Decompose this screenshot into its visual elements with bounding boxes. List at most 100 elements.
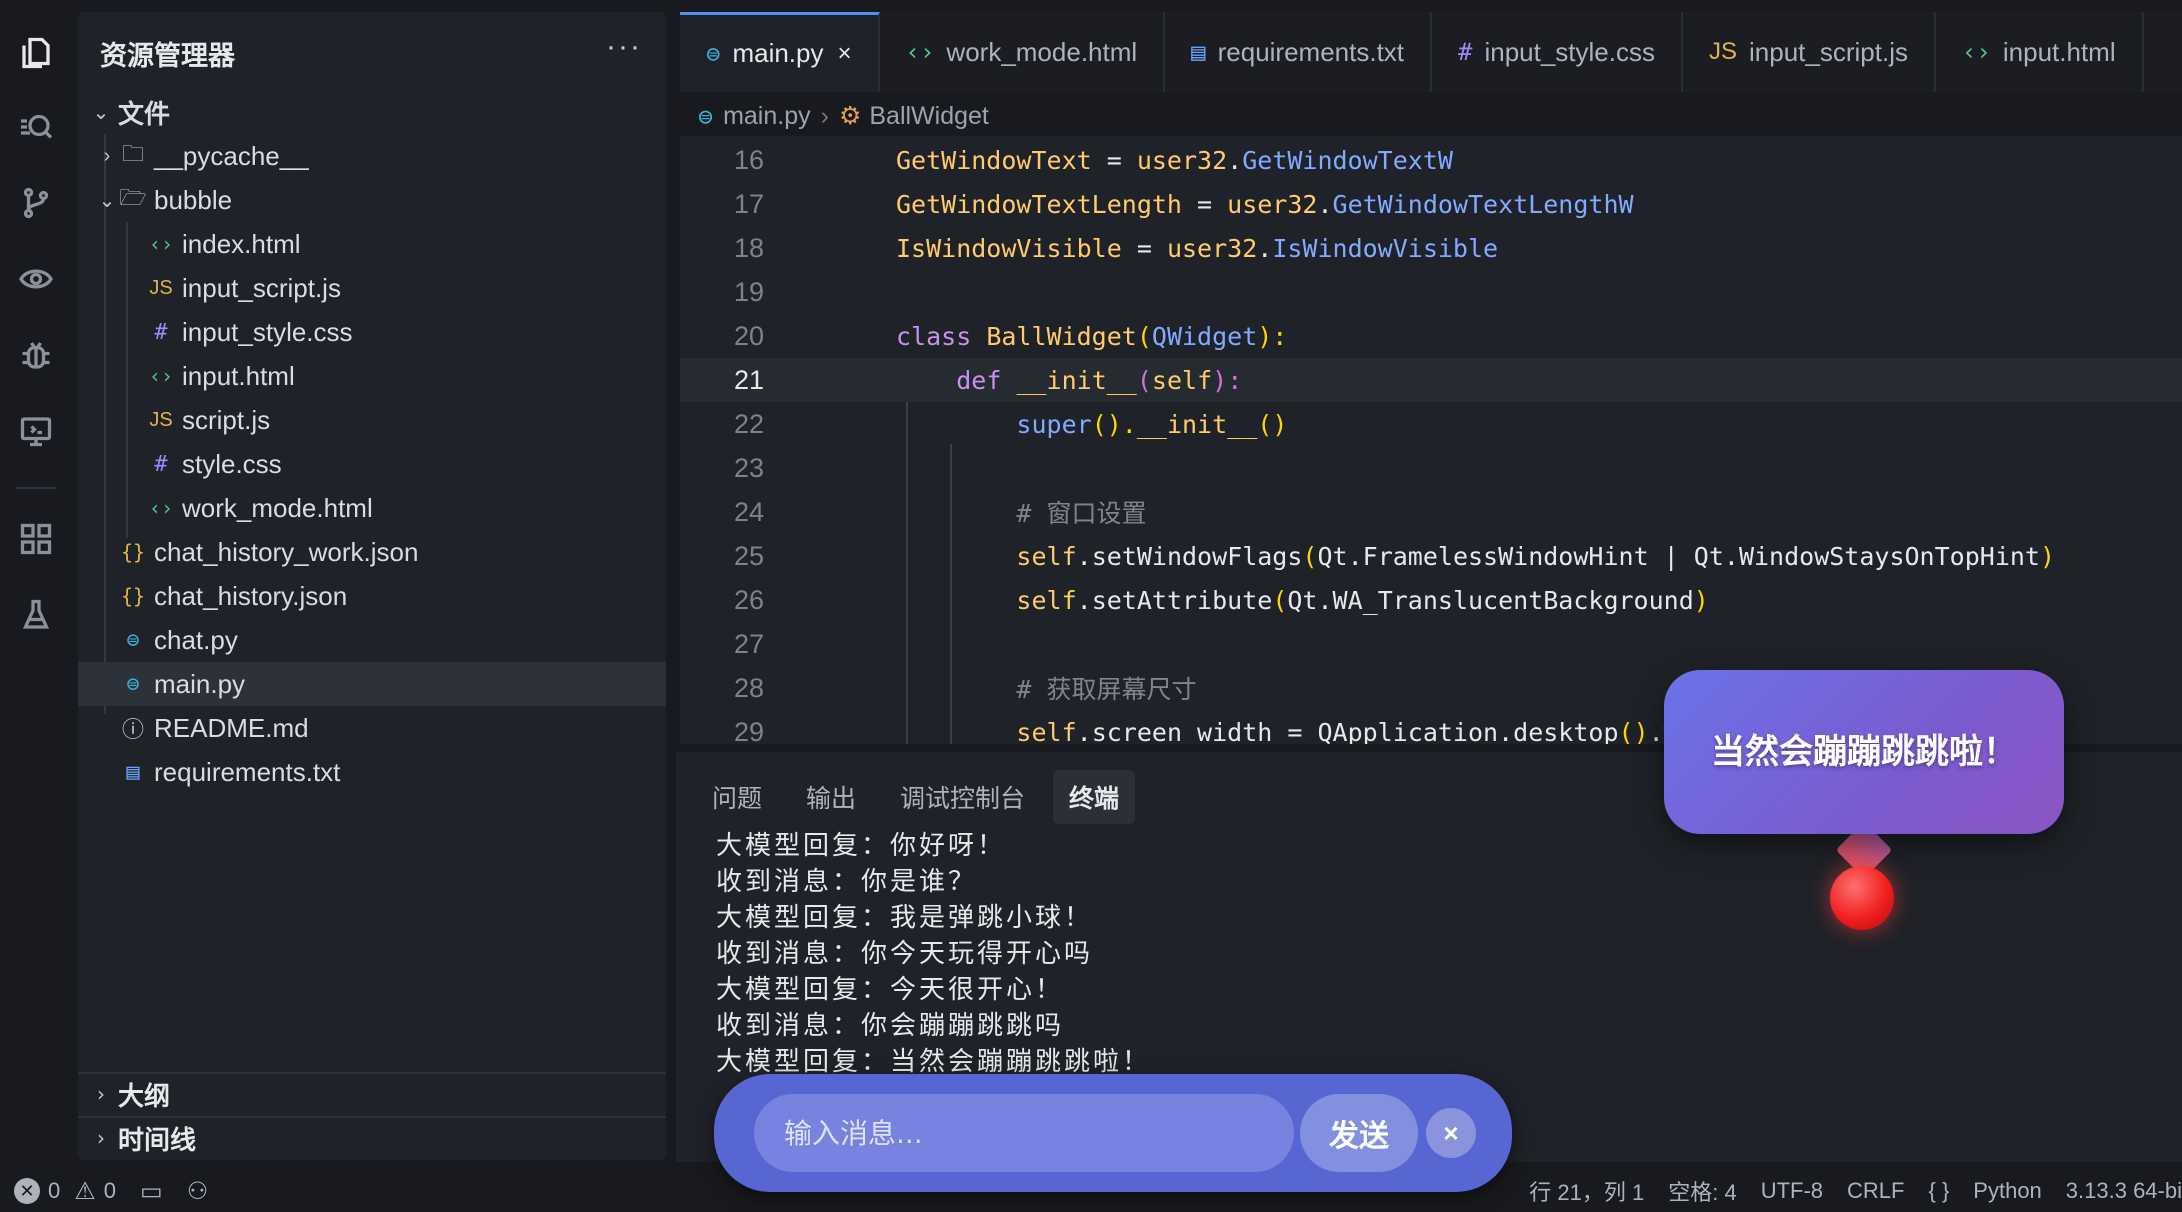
code-token: .desktop <box>1498 717 1619 745</box>
code-token: .WindowStaysOnTopHint <box>1723 541 2040 571</box>
tab-requirements-txt[interactable]: ▤ requirements.txt <box>1165 12 1433 92</box>
tree-item-input-html[interactable]: ‹› input.html <box>78 354 666 398</box>
code-token: = <box>1121 233 1167 263</box>
tree-item-readme-md[interactable]: ⓘ README.md <box>78 706 666 750</box>
code-line: 20 class BallWidget(QWidget): <box>680 314 2182 358</box>
js-file-icon: JS <box>149 276 173 299</box>
explorer-icon[interactable] <box>0 20 72 86</box>
bouncing-ball[interactable] <box>1830 866 1894 930</box>
terminal-line: 大模型回复：我是弹跳小球！ <box>716 903 1094 933</box>
debug-icon[interactable] <box>0 322 72 388</box>
timeline-section[interactable]: › 时间线 <box>78 1116 666 1158</box>
encoding-status[interactable]: UTF-8 <box>1761 1178 1823 1204</box>
tree-item-script-js[interactable]: JS script.js <box>78 398 666 442</box>
tree-item-bubble[interactable]: ⌄ 🗁 bubble <box>78 178 666 222</box>
search-icon[interactable] <box>0 94 72 160</box>
code-token: ): <box>1212 365 1243 395</box>
tab-input-script-js[interactable]: JS input_script.js <box>1683 12 1936 92</box>
tab-terminal[interactable]: 终端 <box>1053 770 1136 824</box>
folder-root-label: 文件 <box>118 99 171 130</box>
line-number: 22 <box>733 408 764 439</box>
code-token: .setAttribute <box>1076 585 1273 615</box>
source-control-icon[interactable] <box>0 170 72 236</box>
terminal-line: 大模型回复：今天很开心！ <box>716 975 1065 1005</box>
tree-item-main-py[interactable]: ⊜ main.py <box>78 662 666 706</box>
html-file-icon: ‹› <box>148 232 174 256</box>
tree-item-work-mode-html[interactable]: ‹› work_mode.html <box>78 486 666 530</box>
problems-status[interactable]: ✕ 0 ⚠ 0 <box>14 1177 116 1206</box>
more-actions-icon[interactable]: ··· <box>606 30 642 64</box>
indent-status[interactable]: 空格: 4 <box>1668 1175 1736 1207</box>
code-token: GetWindowTextW <box>1242 145 1453 175</box>
terminal-line: 收到消息：你是谁？ <box>716 867 978 897</box>
message-input[interactable] <box>754 1094 1294 1172</box>
tree-item-input-style-css[interactable]: # input_style.css <box>78 310 666 354</box>
code-token: GetWindowTextLength <box>896 189 1182 219</box>
ports-icon[interactable]: ▭ <box>140 1177 163 1206</box>
code-token: . <box>1257 233 1273 263</box>
code-token: . <box>1317 189 1333 219</box>
breadcrumb-file[interactable]: main.py <box>723 102 811 131</box>
extensions-icon[interactable] <box>0 506 72 572</box>
breadcrumb-symbol[interactable]: BallWidget <box>869 102 989 131</box>
tree-item-style-css[interactable]: # style.css <box>78 442 666 486</box>
code-token: .WA_TranslucentBackground <box>1317 585 1694 615</box>
code-token: def <box>956 365 1017 395</box>
tree-item-label: chat.py <box>154 624 238 655</box>
terminal-output[interactable]: 大模型回复：你好呀！ 收到消息：你是谁？ 大模型回复：我是弹跳小球！ 收到消息：… <box>716 828 1151 1080</box>
code-line: 24 # 窗口设置 <box>680 490 2182 534</box>
line-number: 26 <box>733 584 764 615</box>
tab-input-style-css[interactable]: # input_style.css <box>1432 12 1683 92</box>
line-number: 24 <box>733 496 764 527</box>
tab-debug-console[interactable]: 调试控制台 <box>884 770 1041 824</box>
tab-problems[interactable]: 问题 <box>696 770 778 824</box>
copilot-icon[interactable]: ⚇ <box>187 1177 209 1206</box>
tab-input-html[interactable]: ‹› input.html <box>1936 12 2144 92</box>
activity-separator <box>16 487 56 489</box>
eol-status[interactable]: CRLF <box>1847 1178 1904 1204</box>
tab-main-py[interactable]: ⊜ main.py × <box>680 12 880 92</box>
close-icon[interactable]: × <box>1426 1108 1476 1158</box>
code-line: 17 GetWindowTextLength = user32. GetWindo… <box>680 182 2182 226</box>
tab-output[interactable]: 输出 <box>790 770 872 824</box>
cursor-position[interactable]: 行 21，列 1 <box>1529 1175 1644 1207</box>
tree-item-index-html[interactable]: ‹› index.html <box>78 222 666 266</box>
close-icon[interactable]: × <box>838 40 852 68</box>
code-token: () <box>1257 409 1288 439</box>
tree-item-chat-py[interactable]: ⊜ chat.py <box>78 618 666 662</box>
terminal-line: 收到消息：你会蹦蹦跳跳吗 <box>716 1011 1065 1041</box>
tree-item-chat-history-work-json[interactable]: {} chat_history_work.json <box>78 530 666 574</box>
language-status[interactable]: Python <box>1973 1178 2042 1204</box>
code-token: QApplication <box>1317 717 1499 745</box>
testing-icon[interactable] <box>0 582 72 648</box>
folder-root[interactable]: ⌄ 文件 <box>78 90 666 134</box>
tree-item-chat-history-json[interactable]: {} chat_history.json <box>78 574 666 618</box>
tree-item-requirements-txt[interactable]: ▤ requirements.txt <box>78 750 666 794</box>
send-button[interactable]: 发送 <box>1300 1094 1418 1172</box>
code-line-current: 21 def __init__(self): <box>680 358 2182 402</box>
python-file-icon: ⊜ <box>126 627 140 653</box>
code-token: BallWidget <box>986 321 1137 351</box>
tree-item-pycache[interactable]: › 🗀 __pycache__ <box>78 134 666 178</box>
outline-section[interactable]: › 大纲 <box>78 1072 666 1114</box>
remote-icon[interactable] <box>0 398 72 464</box>
outline-label: 大纲 <box>118 1081 171 1112</box>
interpreter-status[interactable]: 3.13.3 64-bi <box>2066 1178 2182 1204</box>
line-number: 28 <box>733 672 764 703</box>
code-token: self <box>1151 365 1213 395</box>
language-braces-icon[interactable]: { } <box>1928 1178 1949 1204</box>
js-file-icon: JS <box>149 408 173 431</box>
tree-item-label: work_mode.html <box>182 492 373 523</box>
code-token: . <box>1227 145 1243 175</box>
html-file-icon: ‹› <box>905 38 935 66</box>
warning-icon: ⚠ <box>74 1177 96 1205</box>
tab-work-mode-html[interactable]: ‹› work_mode.html <box>880 12 1166 92</box>
tree-item-input-script-js[interactable]: JS input_script.js <box>78 266 666 310</box>
code-comment: # 获取屏幕尺寸 <box>1016 675 1197 704</box>
code-token: .setWindowFlags <box>1076 541 1303 571</box>
line-number: 27 <box>733 628 764 659</box>
preview-icon[interactable] <box>0 246 72 312</box>
error-icon: ✕ <box>14 1178 40 1204</box>
text-file-icon: ▤ <box>1191 38 1206 66</box>
code-editor[interactable]: 16 GetWindowText = user32. GetWindowTextW… <box>680 136 2182 744</box>
